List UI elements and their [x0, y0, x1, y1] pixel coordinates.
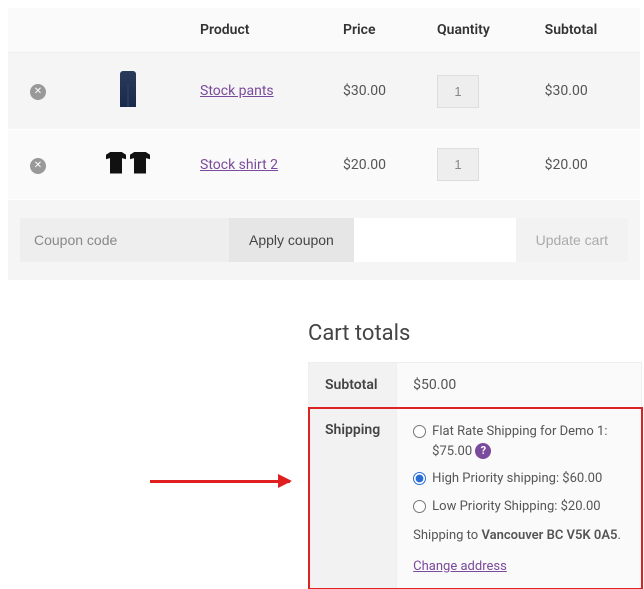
- quantity-input[interactable]: [437, 148, 479, 181]
- shipping-destination: Shipping to Vancouver BC V5K 0A5.: [413, 528, 625, 543]
- annotation-arrow: [150, 480, 290, 483]
- col-quantity: Quantity: [425, 8, 533, 53]
- col-remove: [8, 8, 68, 53]
- change-address-link[interactable]: Change address: [413, 559, 507, 574]
- shipping-option-label: Flat Rate Shipping for Demo 1: $75.00: [432, 424, 607, 459]
- cart-totals: Cart totals Subtotal $50.00 Shipping Fla…: [308, 321, 642, 589]
- col-product: Product: [188, 8, 331, 53]
- shipping-option-label: High Priority shipping: $60.00: [432, 469, 602, 489]
- help-icon[interactable]: ?: [475, 443, 491, 459]
- shipping-option[interactable]: High Priority shipping: $60.00: [413, 469, 625, 489]
- cart-table: Product Price Quantity Subtotal ✕ Stock …: [8, 8, 640, 281]
- shipping-option[interactable]: Flat Rate Shipping for Demo 1: $75.00 ?: [413, 422, 625, 461]
- subtotal-row: Subtotal $50.00: [309, 363, 642, 408]
- product-thumb-shirts[interactable]: [106, 152, 150, 174]
- quantity-input[interactable]: [437, 75, 479, 108]
- cart-totals-title: Cart totals: [308, 321, 642, 346]
- remove-icon[interactable]: ✕: [30, 158, 46, 174]
- product-thumb-jeans[interactable]: [120, 71, 136, 107]
- subtotal-value: $50.00: [397, 363, 642, 408]
- col-price: Price: [331, 8, 425, 53]
- table-row: ✕ Stock pants $30.00 $30.00: [8, 53, 640, 130]
- shipping-radio[interactable]: [413, 500, 426, 513]
- table-row: ✕ Stock shirt 2 $20.00 $20.00: [8, 130, 640, 200]
- apply-coupon-button[interactable]: Apply coupon: [229, 218, 354, 262]
- price-cell: $30.00: [331, 53, 425, 130]
- shipping-row: Shipping Flat Rate Shipping for Demo 1: …: [309, 408, 642, 589]
- product-link[interactable]: Stock pants: [200, 83, 274, 99]
- subtotal-label: Subtotal: [309, 363, 397, 408]
- shipping-radio[interactable]: [413, 425, 426, 438]
- product-link[interactable]: Stock shirt 2: [200, 157, 278, 173]
- shipping-radio[interactable]: [413, 472, 426, 485]
- update-cart-button[interactable]: Update cart: [516, 218, 628, 262]
- col-subtotal: Subtotal: [533, 8, 640, 53]
- actions-row: Apply coupon Update cart: [8, 200, 640, 281]
- shipping-option-label: Low Priority Shipping: $20.00: [432, 497, 600, 517]
- subtotal-cell: $30.00: [533, 53, 640, 130]
- remove-icon[interactable]: ✕: [30, 84, 46, 100]
- subtotal-cell: $20.00: [533, 130, 640, 200]
- col-thumb: [68, 8, 188, 53]
- shipping-option[interactable]: Low Priority Shipping: $20.00: [413, 497, 625, 517]
- coupon-input[interactable]: [20, 218, 229, 262]
- shipping-options: Flat Rate Shipping for Demo 1: $75.00 ? …: [413, 422, 625, 516]
- price-cell: $20.00: [331, 130, 425, 200]
- shipping-label: Shipping: [309, 408, 397, 589]
